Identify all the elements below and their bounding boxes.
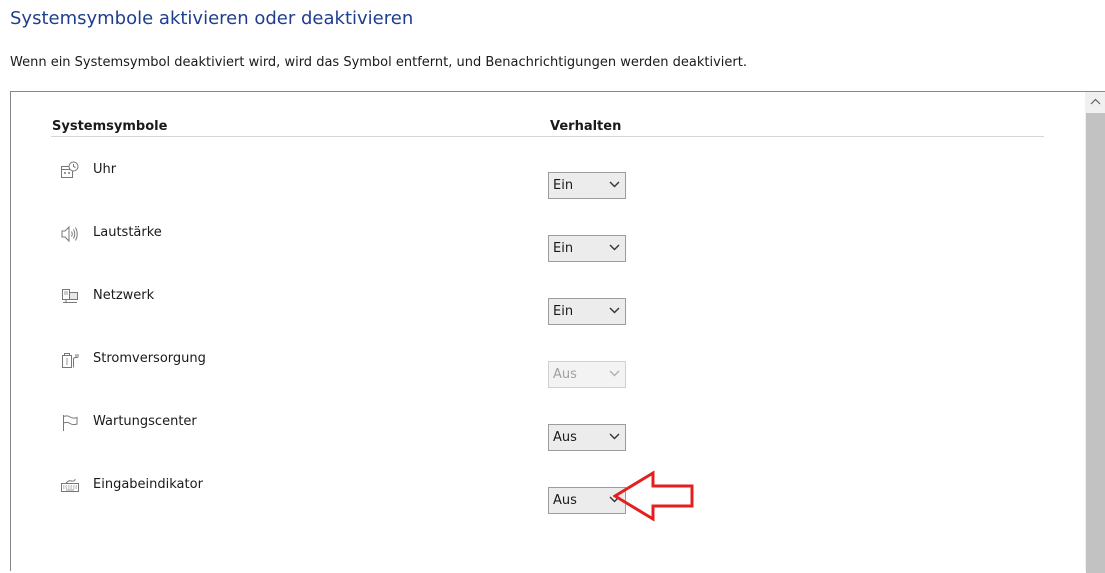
scrollbar-thumb[interactable] — [1086, 113, 1105, 573]
row-label-stromversorgung: Stromversorgung — [93, 351, 206, 366]
list-item-stromversorgung: Stromversorgung Aus — [11, 350, 1081, 413]
header-divider — [51, 136, 1044, 137]
row-label-lautstaerke: Lautstärke — [93, 225, 162, 240]
clock-icon — [60, 161, 80, 181]
uhr-behavior-select[interactable]: Ein — [548, 172, 626, 199]
stromversorgung-behavior-select: Aus — [548, 361, 626, 388]
row-label-netzwerk: Netzwerk — [93, 288, 155, 303]
select-value: Aus — [553, 430, 577, 445]
chevron-down-icon — [609, 433, 620, 440]
chevron-up-icon — [1090, 98, 1101, 105]
flag-icon — [60, 413, 80, 433]
network-icon — [60, 287, 80, 307]
chevron-down-icon — [609, 244, 620, 251]
lautstaerke-behavior-select[interactable]: Ein — [548, 235, 626, 262]
chevron-down-icon — [609, 181, 620, 188]
row-label-wartungscenter: Wartungscenter — [93, 414, 197, 429]
list-item-netzwerk: Netzwerk Ein — [11, 287, 1081, 350]
vertical-scrollbar[interactable] — [1085, 92, 1105, 573]
page-description: Wenn ein Systemsymbol deaktiviert wird, … — [10, 55, 747, 70]
speaker-icon — [60, 224, 80, 244]
system-icons-list: Systemsymbole Verhalten Uhr Ein Lautstär… — [10, 91, 1105, 573]
select-value: Aus — [553, 367, 577, 382]
column-header-systemsymbole: Systemsymbole — [52, 119, 168, 134]
wartungscenter-behavior-select[interactable]: Aus — [548, 424, 626, 451]
scroll-up-button[interactable] — [1085, 92, 1105, 112]
select-value: Ein — [553, 241, 574, 256]
select-value: Ein — [553, 178, 574, 193]
row-label-eingabeindikator: Eingabeindikator — [93, 477, 203, 492]
list-item-wartungscenter: Wartungscenter Aus — [11, 413, 1081, 476]
row-label-uhr: Uhr — [93, 162, 117, 177]
select-value: Aus — [553, 493, 577, 508]
power-plug-icon — [60, 350, 80, 370]
select-value: Ein — [553, 304, 574, 319]
list-item-eingabeindikator: Eingabeindikator Aus — [11, 476, 1081, 539]
list-item-lautstaerke: Lautstärke Ein — [11, 224, 1081, 287]
column-header-verhalten: Verhalten — [550, 119, 622, 134]
chevron-down-icon — [609, 307, 620, 314]
netzwerk-behavior-select[interactable]: Ein — [548, 298, 626, 325]
keyboard-icon — [60, 476, 80, 496]
page-title: Systemsymbole aktivieren oder deaktivier… — [10, 8, 414, 29]
list-item-uhr: Uhr Ein — [11, 161, 1081, 224]
chevron-down-icon — [609, 370, 620, 377]
annotation-arrow-icon — [613, 470, 694, 522]
